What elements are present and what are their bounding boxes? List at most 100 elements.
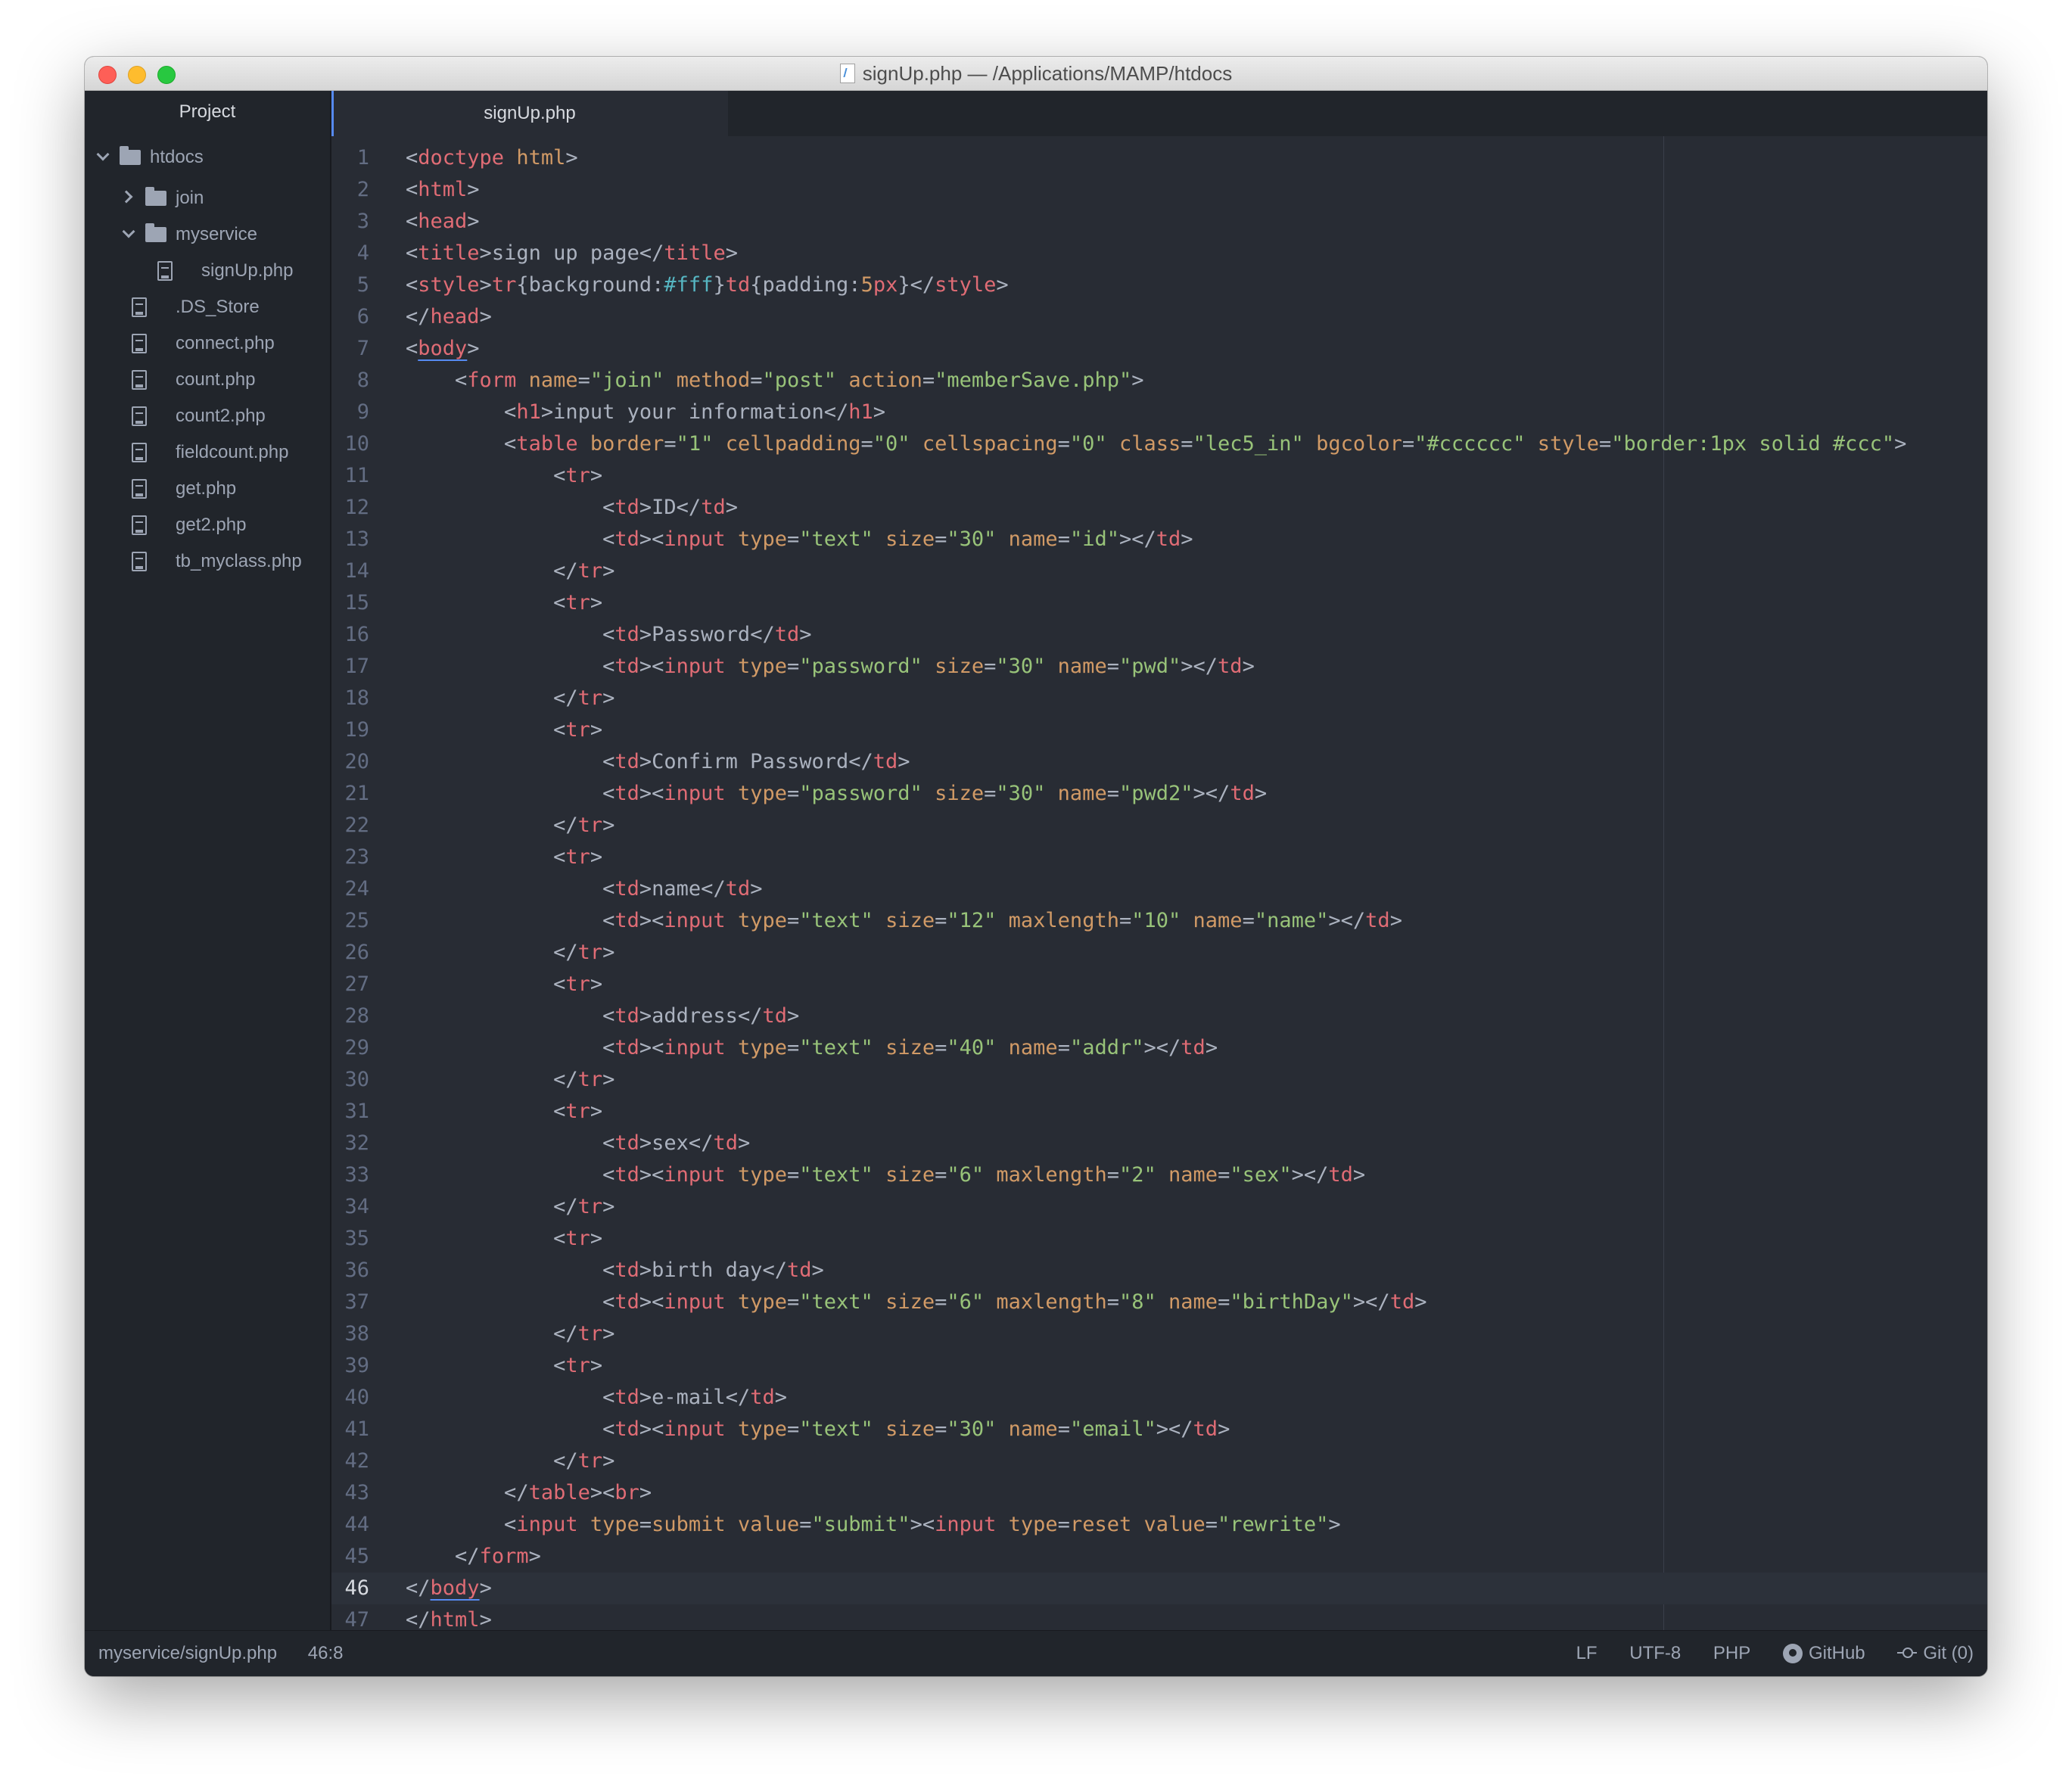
code-line[interactable]: 29 <td><input type="text" size="40" name… [331, 1032, 1987, 1064]
line-number: 15 [344, 591, 369, 614]
code-line[interactable]: 19 <tr> [331, 714, 1987, 746]
line-number: 11 [344, 464, 369, 487]
code-text: </tr> [553, 1449, 615, 1473]
code-line[interactable]: 7 <body> [331, 333, 1987, 365]
status-cursor-position[interactable]: 46:8 [308, 1643, 344, 1663]
code-line[interactable]: 22 </tr> [331, 810, 1987, 842]
code-line[interactable]: 25 <td><input type="text" size="12" maxl… [331, 905, 1987, 937]
code-line[interactable]: 4 <title>sign up page</title> [331, 238, 1987, 269]
code-line[interactable]: 17 <td><input type="password" size="30" … [331, 651, 1987, 683]
status-grammar[interactable]: PHP [1713, 1631, 1750, 1676]
line-number: 27 [344, 972, 369, 996]
code-line[interactable]: 8 <form name="join" method="post" action… [331, 365, 1987, 397]
code-line[interactable]: 14 </tr> [331, 555, 1987, 587]
code-line[interactable]: 6 </head> [331, 301, 1987, 333]
code-text: <html> [406, 178, 480, 201]
code-line[interactable]: 27 <tr> [331, 969, 1987, 1000]
code-line[interactable]: 31 <tr> [331, 1096, 1987, 1128]
code-line[interactable]: 37 <td><input type="text" size="6" maxle… [331, 1287, 1987, 1318]
code-line[interactable]: 43 </table><br> [331, 1477, 1987, 1509]
code-line[interactable]: 42 </tr> [331, 1445, 1987, 1477]
file-icon [132, 443, 147, 462]
code-line[interactable]: 15 <tr> [331, 587, 1987, 619]
line-number: 28 [344, 1004, 369, 1028]
tree-folder[interactable]: htdocs [85, 142, 330, 173]
line-number: 38 [344, 1322, 369, 1346]
code-line[interactable]: 35 <tr> [331, 1223, 1987, 1255]
tree-file[interactable]: get2.php [85, 510, 330, 540]
code-line[interactable]: 39 <tr> [331, 1350, 1987, 1382]
code-line[interactable]: 46 </body> [331, 1573, 1987, 1604]
tree-file[interactable]: fieldcount.php [85, 437, 330, 468]
code-line[interactable]: 13 <td><input type="text" size="30" name… [331, 524, 1987, 555]
code-line[interactable]: 36 <td>birth day</td> [331, 1255, 1987, 1287]
chevron-down-icon[interactable] [97, 150, 107, 160]
status-file-path[interactable]: myservice/signUp.php [98, 1643, 277, 1663]
code-line[interactable]: 33 <td><input type="text" size="6" maxle… [331, 1159, 1987, 1191]
code-line[interactable]: 12 <td>ID</td> [331, 492, 1987, 524]
code-line[interactable]: 40 <td>e-mail</td> [331, 1382, 1987, 1414]
code-line[interactable]: 10 <table border="1" cellpadding="0" cel… [331, 428, 1987, 460]
code-line[interactable]: 28 <td>address</td> [331, 1000, 1987, 1032]
code-line[interactable]: 47 </html> [331, 1604, 1987, 1631]
tree-file[interactable]: tb_myclass.php [85, 546, 330, 577]
code-line[interactable]: 23 <tr> [331, 842, 1987, 873]
code-text: <head> [406, 210, 480, 233]
code-line[interactable]: 1 <doctype html> [331, 142, 1987, 174]
code-text: <td><input type="password" size="30" nam… [602, 655, 1255, 678]
code-line[interactable]: 26 </tr> [331, 937, 1987, 969]
line-number: 40 [344, 1386, 369, 1409]
tree-file[interactable]: count.php [85, 365, 330, 395]
code-line[interactable]: 44 <input type=submit value="submit"><in… [331, 1509, 1987, 1541]
code-line[interactable]: 41 <td><input type="text" size="30" name… [331, 1414, 1987, 1445]
code-text: </tr> [553, 814, 615, 837]
code-line[interactable]: 3 <head> [331, 206, 1987, 238]
code-editor[interactable]: 1 <doctype html> 2 <html> 3 <head> 4 <title>sig… [331, 136, 1987, 1631]
code-line[interactable]: 5 <style>tr{background:#fff}td{padding:5p… [331, 269, 1987, 301]
code-line[interactable]: 2 <html> [331, 174, 1987, 206]
code-line[interactable]: 20 <td>Confirm Password</td> [331, 746, 1987, 778]
line-number: 12 [344, 496, 369, 519]
code-line[interactable]: 45 </form> [331, 1541, 1987, 1573]
git-commit-icon [1897, 1647, 1918, 1658]
code-line[interactable]: 38 </tr> [331, 1318, 1987, 1350]
tab-signup-php[interactable]: signUp.php [331, 91, 728, 136]
tree-file[interactable]: connect.php [85, 328, 330, 359]
code-line[interactable]: 16 <td>Password</td> [331, 619, 1987, 651]
tree-folder[interactable]: myservice [85, 219, 330, 250]
line-number: 29 [344, 1036, 369, 1059]
line-number: 31 [344, 1100, 369, 1123]
line-number: 45 [344, 1545, 369, 1568]
line-number: 5 [356, 273, 369, 297]
tree-file[interactable]: .DS_Store [85, 292, 330, 322]
line-number: 23 [344, 845, 369, 869]
tree-file[interactable]: get.php [85, 474, 330, 504]
chevron-down-icon[interactable] [123, 227, 133, 238]
code-line[interactable]: 32 <td>sex</td> [331, 1128, 1987, 1159]
code-text: </tr> [553, 1068, 615, 1091]
status-git[interactable]: Git (0) [1897, 1631, 1974, 1676]
line-number: 43 [344, 1481, 369, 1504]
tree-item-label: get2.php [176, 515, 247, 535]
code-line[interactable]: 11 <tr> [331, 460, 1987, 492]
code-line[interactable]: 9 <h1>input your information</h1> [331, 397, 1987, 428]
status-encoding[interactable]: UTF-8 [1629, 1631, 1681, 1676]
code-line[interactable]: 30 </tr> [331, 1064, 1987, 1096]
line-number: 18 [344, 686, 369, 710]
code-line[interactable]: 24 <td>name</td> [331, 873, 1987, 905]
tree-file[interactable]: count2.php [85, 401, 330, 431]
code-text: </html> [406, 1608, 492, 1631]
status-line-ending[interactable]: LF [1576, 1631, 1598, 1676]
code-line[interactable]: 34 </tr> [331, 1191, 1987, 1223]
line-number: 37 [344, 1290, 369, 1314]
line-number: 10 [344, 432, 369, 456]
sidebar-header[interactable]: Project [85, 91, 330, 133]
code-line[interactable]: 18 </tr> [331, 683, 1987, 714]
tree-folder[interactable]: join [85, 183, 330, 213]
code-line[interactable]: 21 <td><input type="password" size="30" … [331, 778, 1987, 810]
status-github[interactable]: GitHub [1782, 1631, 1865, 1676]
file-icon [132, 406, 147, 426]
code-text: </tr> [553, 1322, 615, 1346]
tree-file[interactable]: signUp.php [85, 256, 330, 286]
chevron-right-icon[interactable] [123, 191, 133, 201]
